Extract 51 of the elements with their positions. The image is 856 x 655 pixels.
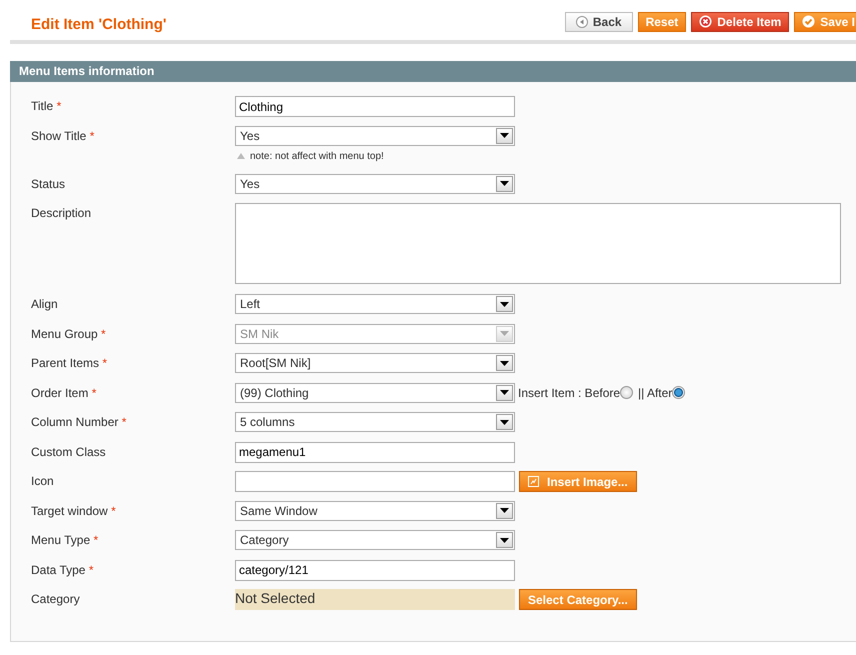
required-mark: * bbox=[88, 562, 94, 576]
description-field[interactable] bbox=[235, 203, 841, 284]
page-title: Edit Item 'Clothing' bbox=[31, 16, 166, 33]
required-mark: * bbox=[122, 415, 126, 429]
required-mark: * bbox=[90, 128, 94, 142]
field-label: Menu Type bbox=[31, 533, 90, 547]
field-note: note: not affect with menu top! bbox=[250, 150, 384, 162]
text-field[interactable] bbox=[235, 471, 515, 492]
dropdown[interactable]: Left bbox=[235, 294, 515, 314]
field-label: Description bbox=[31, 206, 92, 220]
field-label: Parent Items bbox=[31, 356, 100, 370]
radio-label: Insert Item : Before bbox=[518, 386, 620, 400]
field-label: Target window bbox=[31, 504, 108, 518]
field-label: Align bbox=[31, 297, 58, 311]
image-icon bbox=[528, 476, 539, 487]
dropdown[interactable]: Yes bbox=[235, 174, 515, 194]
field-label: Status bbox=[31, 176, 66, 190]
text-field[interactable]: megamenu1 bbox=[235, 442, 515, 462]
field-label: Column Number bbox=[31, 415, 118, 429]
required-mark: * bbox=[101, 326, 106, 340]
dropdown[interactable]: Same Window bbox=[235, 500, 515, 520]
delete-icon bbox=[699, 15, 712, 28]
category-value: Not Selected bbox=[235, 589, 515, 610]
field-label: Icon bbox=[31, 474, 54, 488]
radio-button[interactable] bbox=[620, 386, 634, 399]
field-label: Category bbox=[31, 592, 80, 606]
field-label: Menu Group bbox=[31, 326, 98, 340]
field-label: Order Item bbox=[31, 386, 88, 400]
field-label: Title bbox=[31, 99, 54, 113]
required-mark: * bbox=[56, 99, 62, 113]
text-field[interactable]: category/121 bbox=[235, 560, 515, 580]
required-mark: * bbox=[94, 533, 98, 547]
required-mark: * bbox=[111, 504, 116, 518]
required-mark: * bbox=[92, 386, 96, 400]
delete-button[interactable]: Delete Item bbox=[691, 12, 790, 32]
field-label: Show Title bbox=[31, 128, 86, 142]
required-mark: * bbox=[102, 356, 108, 370]
field-label: Data Type bbox=[31, 562, 86, 576]
text-field[interactable]: Clothing bbox=[235, 96, 515, 117]
radio-label: || After bbox=[638, 386, 672, 400]
dropdown[interactable]: Category bbox=[235, 530, 515, 550]
dropdown[interactable]: Root[SM Nik] bbox=[235, 353, 515, 373]
dropdown[interactable]: (99) Clothing bbox=[235, 382, 515, 402]
check-icon bbox=[802, 15, 816, 28]
field-label: Custom Class bbox=[31, 444, 106, 458]
back-button[interactable]: Back bbox=[564, 12, 633, 32]
section-header: Menu Items information bbox=[10, 61, 856, 82]
triangle-icon bbox=[237, 153, 245, 159]
dropdown[interactable]: Yes bbox=[235, 126, 515, 146]
radio-button[interactable] bbox=[672, 386, 686, 399]
dropdown[interactable]: 5 columns bbox=[235, 412, 515, 432]
